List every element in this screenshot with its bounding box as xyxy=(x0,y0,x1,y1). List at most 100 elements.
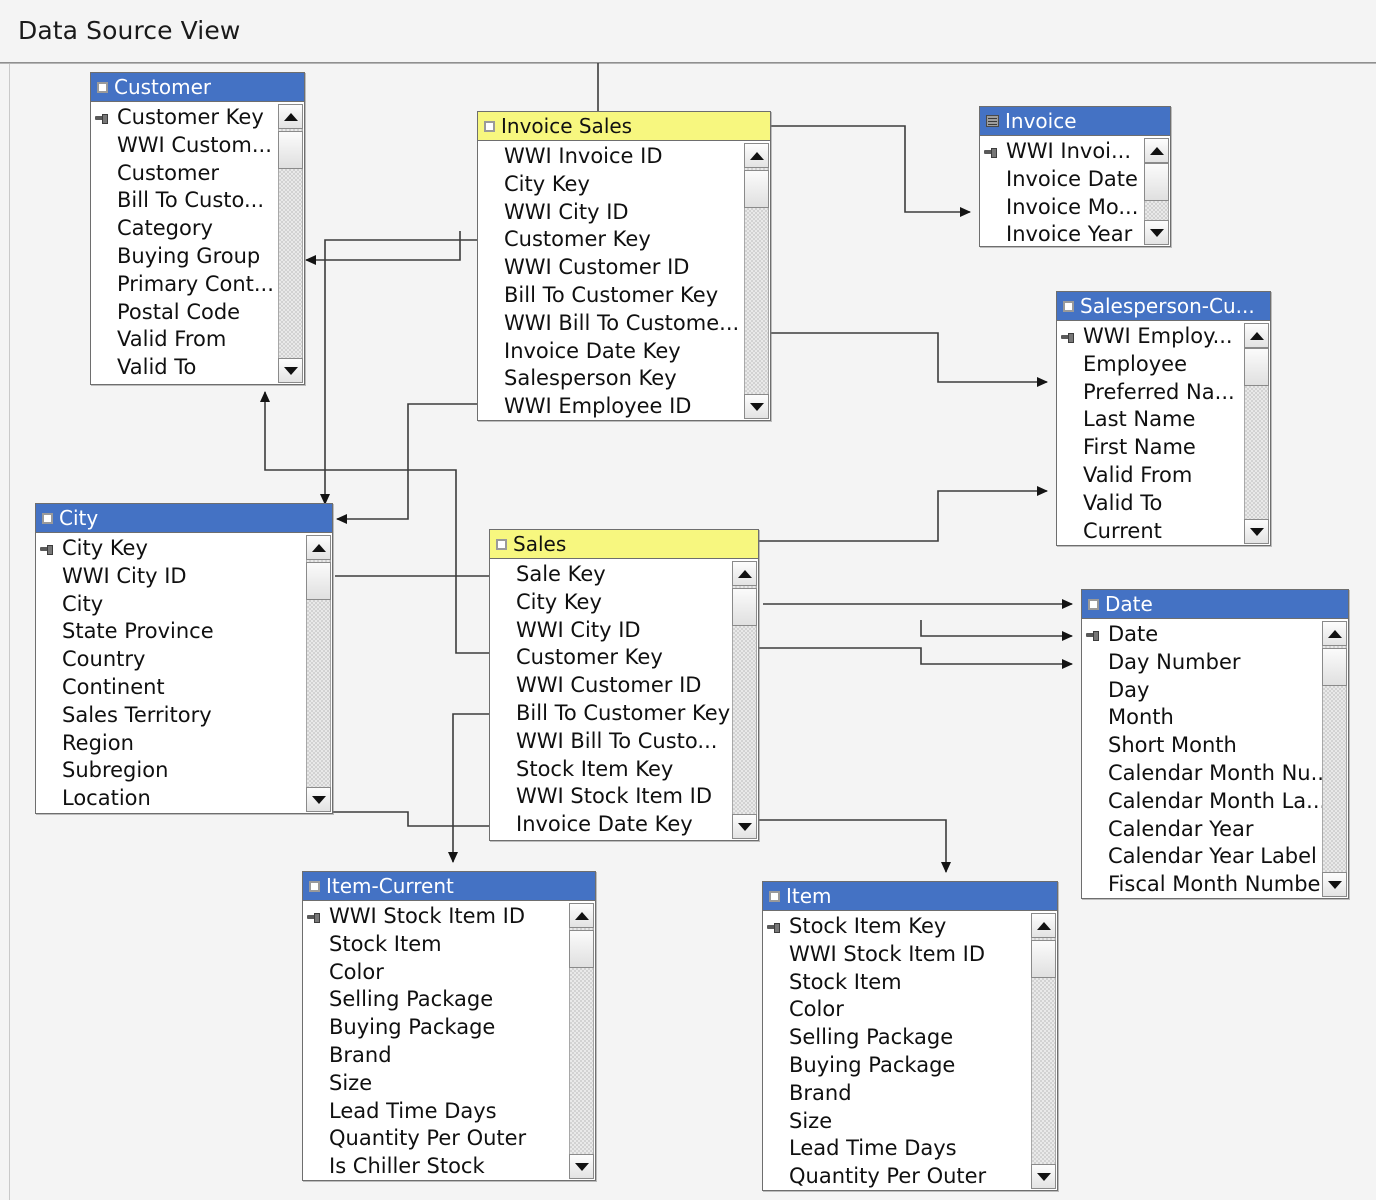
field-row[interactable]: Calendar Month Nu... xyxy=(1082,760,1348,788)
field-row[interactable]: Brand xyxy=(763,1080,1057,1108)
field-row[interactable]: Location xyxy=(36,785,332,813)
table-sales[interactable]: Sales Sale Key City Key WWI City ID Customer… xyxy=(489,529,759,841)
field-row[interactable]: Fiscal Month Number xyxy=(1082,871,1348,898)
field-row[interactable]: Selling Package xyxy=(303,986,595,1014)
scrollbar-thumb[interactable] xyxy=(278,131,303,169)
scroll-up-arrow-icon[interactable] xyxy=(1244,323,1269,348)
scrollbar-thumb[interactable] xyxy=(1244,348,1269,386)
table-header-date[interactable]: Date xyxy=(1082,590,1348,619)
table-header-item-current[interactable]: Item-Current xyxy=(303,872,595,901)
field-row[interactable]: WWI Stock Item ID xyxy=(763,941,1057,969)
field-row[interactable]: WWI Stock Item ID xyxy=(490,783,758,811)
table-item[interactable]: Item Stock Item Key WWI Stock Item ID Stock… xyxy=(762,881,1058,1191)
scrollbar-thumb[interactable] xyxy=(1322,648,1347,686)
field-row[interactable]: Valid From xyxy=(1057,462,1270,490)
table-date[interactable]: Date Date Day Number Day Month Short Month Cal… xyxy=(1081,589,1349,899)
field-row[interactable]: Sales Territory xyxy=(36,702,332,730)
field-row[interactable]: Customer Key xyxy=(490,644,758,672)
field-row[interactable]: WWI Stock Item ID xyxy=(303,903,595,931)
field-row[interactable]: WWI Custom... xyxy=(91,132,304,160)
scroll-down-arrow-icon[interactable] xyxy=(569,1154,594,1179)
field-row[interactable]: Buying Group xyxy=(91,243,304,271)
field-row[interactable]: WWI Employee ID xyxy=(478,393,770,420)
field-row[interactable]: Country xyxy=(36,646,332,674)
scroll-up-arrow-icon[interactable] xyxy=(1322,621,1347,646)
field-row[interactable]: Lead Time Days xyxy=(303,1098,595,1126)
field-row[interactable]: WWI City ID xyxy=(36,563,332,591)
field-row[interactable]: Customer xyxy=(91,160,304,188)
field-row[interactable]: WWI City ID xyxy=(478,199,770,227)
field-row[interactable]: WWI Invoi... xyxy=(980,138,1170,166)
field-row[interactable]: Invoice Date Key xyxy=(490,811,758,839)
scrollbar-thumb[interactable] xyxy=(1031,940,1056,978)
table-header-sales[interactable]: Sales xyxy=(490,530,758,559)
field-row[interactable]: WWI City ID xyxy=(490,617,758,645)
field-row[interactable]: Customer Key xyxy=(91,104,304,132)
field-row[interactable]: Salesperson Key xyxy=(478,365,770,393)
scroll-up-arrow-icon[interactable] xyxy=(306,535,331,560)
vertical-scrollbar-city[interactable] xyxy=(306,535,331,812)
field-row[interactable]: Last Name xyxy=(1057,406,1270,434)
field-row[interactable]: Color xyxy=(303,959,595,987)
table-header-invoice[interactable]: Invoice xyxy=(980,107,1170,136)
scroll-up-arrow-icon[interactable] xyxy=(1031,913,1056,938)
scrollbar-thumb[interactable] xyxy=(744,170,769,208)
field-row[interactable]: Day xyxy=(1082,677,1348,705)
vertical-scrollbar-invoice-sales[interactable] xyxy=(744,143,769,419)
field-row[interactable]: Bill To Customer Key xyxy=(478,282,770,310)
field-row[interactable]: Subregion xyxy=(36,757,332,785)
field-row[interactable]: Stock Item xyxy=(303,931,595,959)
field-row[interactable]: First Name xyxy=(1057,434,1270,462)
scrollbar-thumb[interactable] xyxy=(732,588,757,626)
scroll-down-arrow-icon[interactable] xyxy=(1031,1164,1056,1189)
scroll-down-arrow-icon[interactable] xyxy=(732,814,757,839)
table-salesperson-customer[interactable]: Salesperson-Cu... WWI Employ... Employee Pr… xyxy=(1056,291,1271,546)
scroll-down-arrow-icon[interactable] xyxy=(1244,519,1269,544)
field-row[interactable]: Invoice Date xyxy=(980,166,1170,194)
field-row[interactable]: Stock Item xyxy=(763,969,1057,997)
field-row[interactable]: Region xyxy=(36,730,332,758)
table-header-invoice-sales[interactable]: Invoice Sales xyxy=(478,112,770,141)
field-row[interactable]: Short Month xyxy=(1082,732,1348,760)
field-row[interactable]: Current xyxy=(1057,518,1270,545)
field-row[interactable]: Brand xyxy=(303,1042,595,1070)
scroll-down-arrow-icon[interactable] xyxy=(278,358,303,383)
table-customer[interactable]: Customer Customer Key WWI Custom... Custome… xyxy=(90,72,305,385)
table-city[interactable]: City City Key WWI City ID City State Provinc… xyxy=(35,503,333,814)
scroll-down-arrow-icon[interactable] xyxy=(1144,220,1169,245)
field-row[interactable]: Continent xyxy=(36,674,332,702)
field-row[interactable]: City xyxy=(36,591,332,619)
scrollbar-thumb[interactable] xyxy=(569,930,594,968)
field-row[interactable]: Size xyxy=(303,1070,595,1098)
field-row[interactable]: Calendar Month La... xyxy=(1082,788,1348,816)
vertical-scrollbar-date[interactable] xyxy=(1322,621,1347,897)
field-row[interactable]: Category xyxy=(91,215,304,243)
field-row[interactable]: Calendar Year xyxy=(1082,816,1348,844)
table-header-city[interactable]: City xyxy=(36,504,332,533)
field-row[interactable]: Day Number xyxy=(1082,649,1348,677)
table-header-item[interactable]: Item xyxy=(763,882,1057,911)
field-row[interactable]: Valid From xyxy=(91,326,304,354)
field-row[interactable]: Primary Cont... xyxy=(91,271,304,299)
scroll-up-arrow-icon[interactable] xyxy=(744,143,769,168)
field-row[interactable]: Selling Package xyxy=(763,1024,1057,1052)
field-row[interactable]: Quantity Per Outer xyxy=(303,1125,595,1153)
field-row[interactable]: WWI Employ... xyxy=(1057,323,1270,351)
vertical-scrollbar-sales[interactable] xyxy=(732,561,757,839)
field-row[interactable]: Stock Item Key xyxy=(490,756,758,784)
field-row[interactable]: Bill To Custo... xyxy=(91,187,304,215)
field-row[interactable]: Calendar Year Label xyxy=(1082,843,1348,871)
table-invoice[interactable]: Invoice WWI Invoi... Invoice Date Invoice M… xyxy=(979,106,1171,247)
field-row[interactable]: Valid To xyxy=(91,354,304,382)
scrollbar-thumb[interactable] xyxy=(306,562,331,600)
field-row[interactable]: Invoice Date Key xyxy=(478,338,770,366)
field-row[interactable]: Month xyxy=(1082,704,1348,732)
field-row[interactable]: Color xyxy=(763,996,1057,1024)
field-row[interactable]: WWI Customer ID xyxy=(478,254,770,282)
scroll-up-arrow-icon[interactable] xyxy=(732,561,757,586)
field-row[interactable]: Invoice Year xyxy=(980,221,1170,246)
table-header-customer[interactable]: Customer xyxy=(91,73,304,102)
field-row[interactable]: Quantity Per Outer xyxy=(763,1163,1057,1190)
field-row[interactable]: City Key xyxy=(36,535,332,563)
field-row[interactable]: Bill To Customer Key xyxy=(490,700,758,728)
